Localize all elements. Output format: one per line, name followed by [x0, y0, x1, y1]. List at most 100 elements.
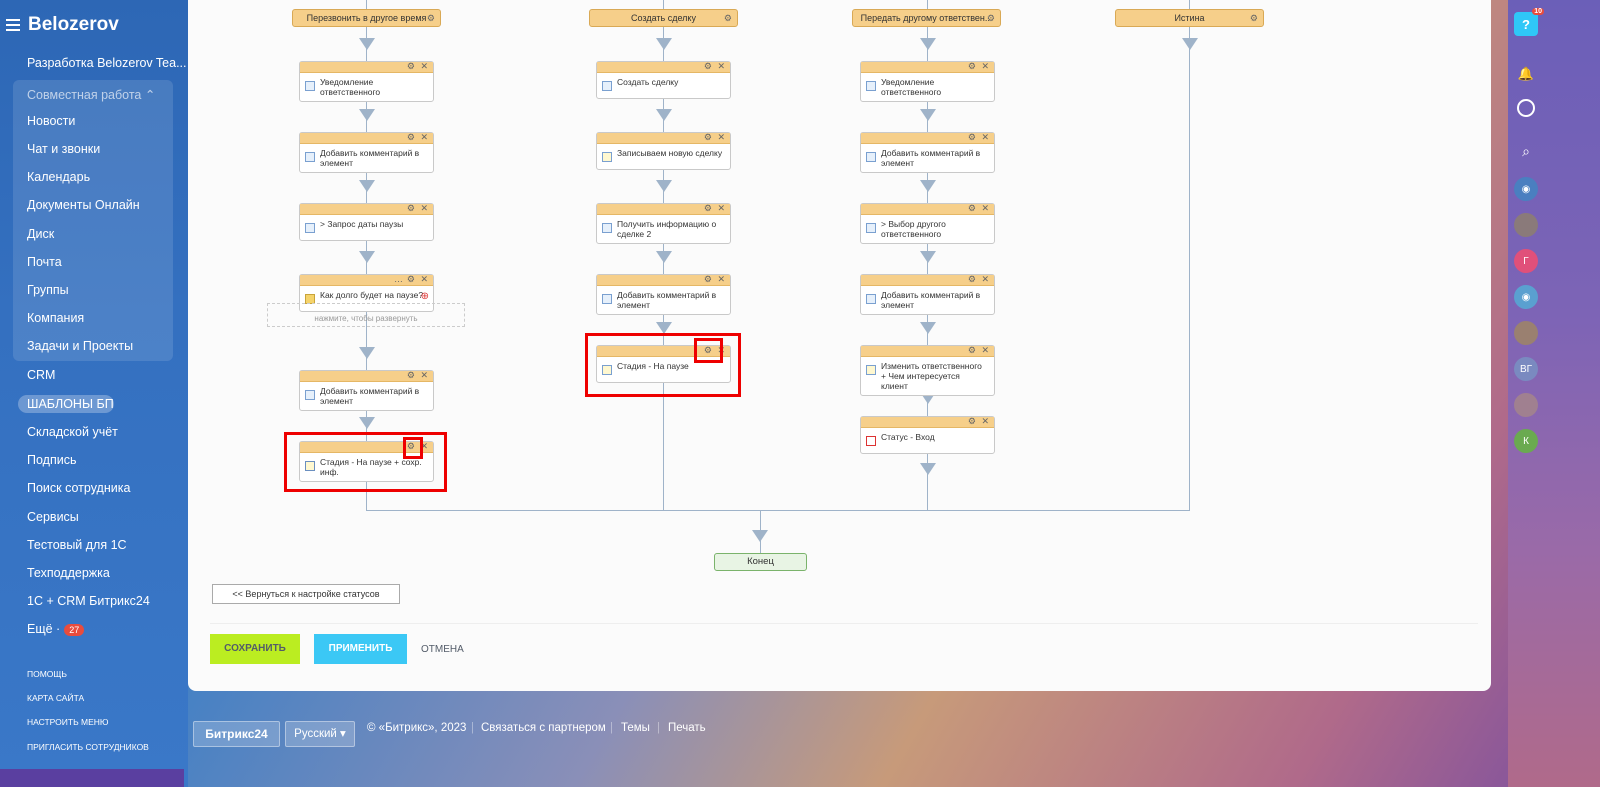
sidebar-item-company[interactable]: Компания — [27, 311, 84, 325]
sidebar-item-groups[interactable]: Группы — [27, 283, 69, 297]
close-icon[interactable]: ✕ — [420, 203, 428, 214]
cancel-button[interactable]: ОТМЕНА — [421, 644, 464, 655]
sidebar-item-warehouse[interactable]: Складской учёт — [27, 425, 118, 439]
activity-block[interactable]: ⚙ ✕ Уведомление ответственного — [860, 61, 995, 102]
search-icon[interactable]: ⌕ — [1514, 139, 1538, 163]
sidebar-item-team[interactable]: Разработка Belozerov Tea... — [27, 56, 187, 70]
link-configure-menu[interactable]: НАСТРОИТЬ МЕНЮ — [27, 717, 108, 727]
activity-block[interactable]: ⚙ ✕ > Запрос даты паузы — [299, 203, 434, 241]
activity-block[interactable]: ⚙ ✕ Добавить комментарий в элемент — [860, 132, 995, 173]
activity-block[interactable]: ⚙ ✕ > Выбор другого ответственного — [860, 203, 995, 244]
gear-icon[interactable]: ⚙ — [704, 274, 712, 285]
avatar[interactable] — [1514, 321, 1538, 345]
expand-hint[interactable]: нажмите, чтобы развернуть — [267, 303, 465, 327]
activity-block[interactable]: ⚙ ✕ Статус - Вход — [860, 416, 995, 454]
activity-block[interactable]: ⚙ ✕ Добавить комментарий в элемент — [596, 274, 731, 315]
close-icon[interactable]: ✕ — [981, 345, 989, 356]
sidebar-item-more[interactable]: Ещё · 27 — [27, 622, 85, 636]
close-icon[interactable]: ✕ — [981, 274, 989, 285]
close-icon[interactable]: ✕ — [420, 274, 428, 285]
sidebar-item-test-1c[interactable]: Тестовый для 1С — [27, 538, 127, 552]
gear-icon[interactable]: ⚙ — [987, 10, 995, 26]
print-link[interactable]: Печать — [668, 722, 706, 734]
language-select[interactable]: Русский ▾ — [285, 721, 355, 747]
sidebar-item-employee-search[interactable]: Поиск сотрудника — [27, 481, 130, 495]
sidebar-item-calendar[interactable]: Календарь — [27, 170, 90, 184]
help-icon[interactable]: ? 10 — [1514, 8, 1544, 36]
close-icon[interactable]: ✕ — [717, 132, 725, 143]
close-icon[interactable]: ✕ — [717, 274, 725, 285]
close-icon[interactable]: ✕ — [717, 203, 725, 214]
branch-title-create-deal[interactable]: Создать сделку ⚙ — [589, 9, 738, 27]
gear-icon[interactable]: ⚙ — [1250, 10, 1258, 26]
chat-icon[interactable] — [1517, 99, 1535, 117]
gear-icon[interactable]: ⚙ — [407, 132, 415, 143]
avatar[interactable] — [1514, 213, 1538, 237]
sidebar-item-tasks[interactable]: Задачи и Проекты — [27, 339, 133, 353]
menu-burger-icon[interactable] — [6, 19, 20, 31]
close-icon[interactable]: ✕ — [981, 61, 989, 72]
avatar[interactable] — [1514, 393, 1538, 417]
gear-icon[interactable]: ⚙ — [968, 61, 976, 72]
bitrix24-logo[interactable]: Битрикс24 — [193, 721, 280, 747]
gear-icon[interactable]: ⚙ — [968, 416, 976, 427]
activity-block[interactable]: ⚙ ✕ Уведомление ответственного — [299, 61, 434, 102]
sidebar-item-chat[interactable]: Чат и звонки — [27, 142, 100, 156]
close-icon[interactable]: ✕ — [420, 132, 428, 143]
sidebar-item-disk[interactable]: Диск — [27, 227, 54, 241]
close-icon[interactable]: ✕ — [981, 132, 989, 143]
close-icon[interactable]: ✕ — [420, 370, 428, 381]
gear-icon[interactable]: ⚙ — [704, 132, 712, 143]
nav-group-title[interactable]: Совместная работа ⌃ — [27, 87, 155, 102]
sidebar-item-docs[interactable]: Документы Онлайн — [27, 198, 140, 212]
avatar-k[interactable]: К — [1514, 429, 1538, 453]
gear-icon[interactable]: ⚙ — [427, 10, 435, 26]
bell-icon[interactable]: 🔔 — [1514, 62, 1538, 86]
link-help[interactable]: ПОМОЩЬ — [27, 669, 67, 679]
gear-icon[interactable]: ⚙ — [968, 132, 976, 143]
gear-icon[interactable]: ⚙ — [407, 61, 415, 72]
gear-icon[interactable]: ⚙ — [704, 203, 712, 214]
sidebar-item-bp-templates[interactable]: ШАБЛОНЫ БП — [27, 397, 114, 411]
close-icon[interactable]: ✕ — [717, 61, 725, 72]
group-chat-icon[interactable]: ◉ — [1514, 177, 1538, 201]
gear-icon[interactable]: ⚙ — [724, 10, 732, 26]
activity-block[interactable]: ⚙ ✕ Добавить комментарий в элемент — [299, 370, 434, 411]
sidebar-item-1c-crm[interactable]: 1С + CRM Битрикс24 — [27, 594, 150, 608]
gear-icon[interactable]: ⚙ — [407, 203, 415, 214]
sidebar-item-sign[interactable]: Подпись — [27, 453, 76, 467]
partner-link[interactable]: Связаться с партнером — [481, 722, 606, 734]
activity-block[interactable]: ⚙ ✕ Добавить комментарий в элемент — [299, 132, 434, 173]
close-icon[interactable]: ✕ — [981, 416, 989, 427]
portal-logo[interactable]: Belozerov — [28, 14, 119, 36]
group-chat-icon[interactable]: ◉ — [1514, 285, 1538, 309]
save-button[interactable]: СОХРАНИТЬ — [210, 634, 300, 664]
themes-link[interactable]: Темы — [621, 722, 650, 734]
end-block[interactable]: Конец — [714, 553, 807, 571]
gear-icon[interactable]: ⚙ — [968, 203, 976, 214]
activity-block[interactable]: ⚙ ✕ Изменить ответственного + Чем интерес… — [860, 345, 995, 396]
sidebar-item-news[interactable]: Новости — [27, 114, 75, 128]
activity-block[interactable]: ⚙ ✕ Получить информацию о сделке 2 — [596, 203, 731, 244]
sidebar-item-mail[interactable]: Почта — [27, 255, 62, 269]
activity-block[interactable]: ⚙ ✕ Записываем новую сделку — [596, 132, 731, 170]
link-invite[interactable]: ПРИГЛАСИТЬ СОТРУДНИКОВ — [27, 742, 149, 752]
sidebar-item-support[interactable]: Техподдержка — [27, 566, 110, 580]
activity-block[interactable]: ⚙ ✕ Создать сделку — [596, 61, 731, 99]
close-icon[interactable]: ✕ — [981, 203, 989, 214]
branch-title-transfer[interactable]: Передать другому ответствен... ⚙ — [852, 9, 1001, 27]
gear-icon[interactable]: ⚙ — [407, 370, 415, 381]
sidebar-item-services[interactable]: Сервисы — [27, 510, 79, 524]
back-to-statuses-button[interactable]: << Вернуться к настройке статусов — [212, 584, 400, 604]
avatar-vg[interactable]: ВГ — [1514, 357, 1538, 381]
activity-block[interactable]: ⚙ ✕ Добавить комментарий в элемент — [860, 274, 995, 315]
more-icon[interactable]: … — [394, 274, 403, 284]
apply-button[interactable]: ПРИМЕНИТЬ — [314, 634, 407, 664]
gear-icon[interactable]: ⚙ — [704, 61, 712, 72]
sidebar-item-crm[interactable]: CRM — [27, 368, 55, 382]
gear-icon[interactable]: ⚙ — [407, 274, 415, 285]
expand-plus-icon[interactable]: ⊕ — [421, 292, 429, 302]
gear-icon[interactable]: ⚙ — [968, 345, 976, 356]
branch-title-callback[interactable]: Перезвонить в другое время ⚙ — [292, 9, 441, 27]
branch-title-true[interactable]: Истина ⚙ — [1115, 9, 1264, 27]
